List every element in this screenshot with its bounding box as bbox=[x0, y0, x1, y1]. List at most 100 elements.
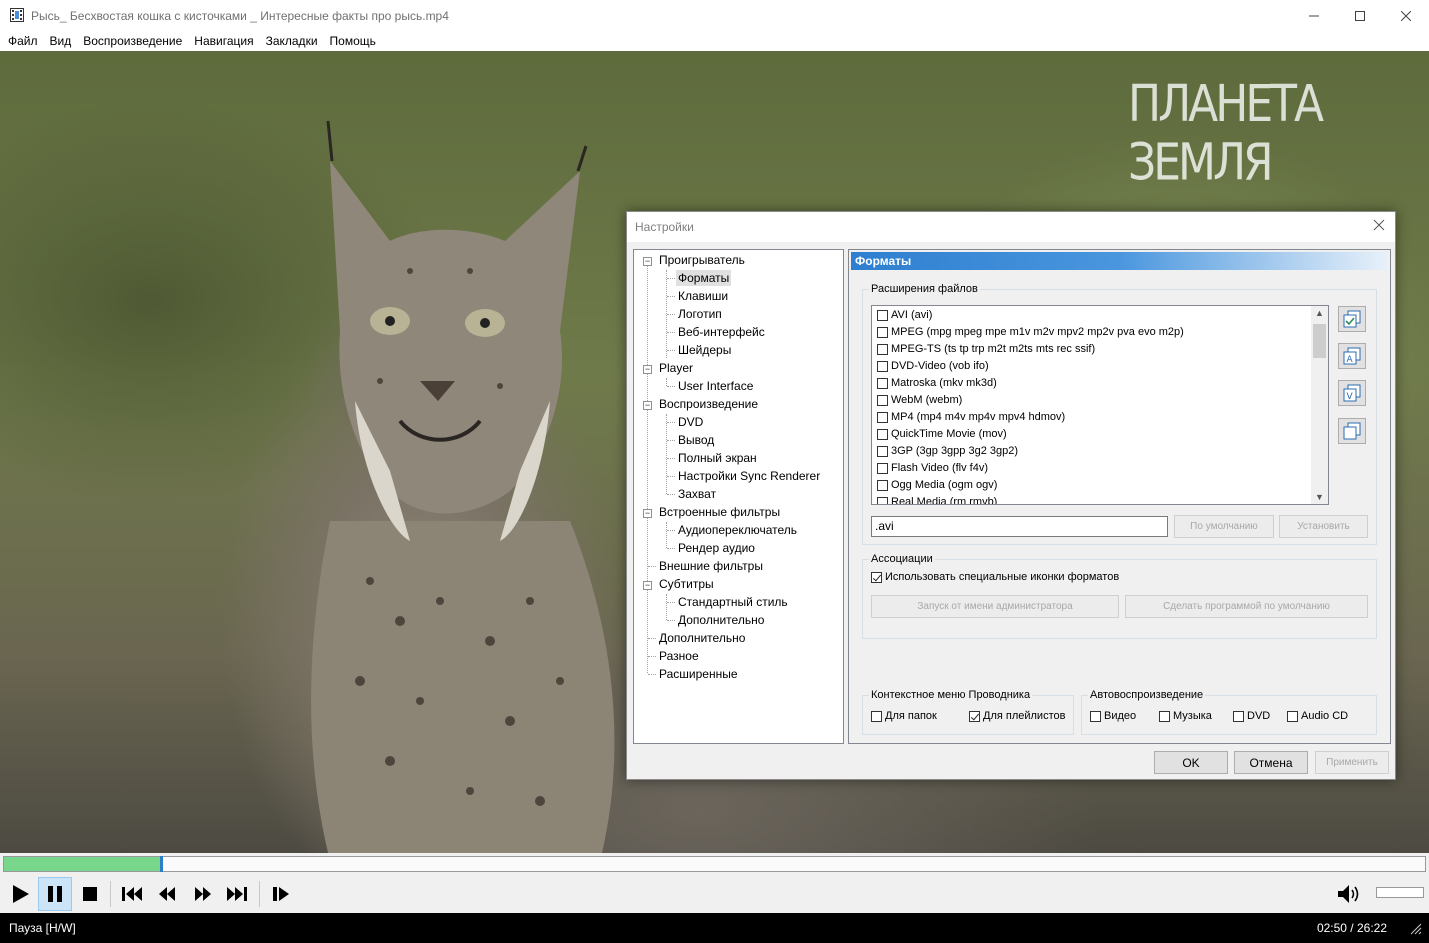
mute-button[interactable] bbox=[1332, 877, 1366, 911]
tree-item-keys[interactable]: Клавиши bbox=[678, 288, 728, 304]
tree-item-dvd[interactable]: DVD bbox=[678, 414, 703, 430]
play-button[interactable] bbox=[3, 877, 37, 911]
previous-button[interactable] bbox=[115, 877, 149, 911]
run-as-admin-button[interactable]: Запуск от имени администратора bbox=[871, 595, 1119, 618]
ext-item-real-media[interactable]: Real Media (rm rmvb) bbox=[877, 494, 997, 504]
tree-item-miscellaneous[interactable]: Разное bbox=[659, 648, 699, 664]
tree-item-external-filters[interactable]: Внешние фильтры bbox=[659, 558, 763, 574]
checkbox[interactable] bbox=[877, 343, 888, 355]
scroll-thumb[interactable] bbox=[1313, 324, 1326, 358]
tree-toggle-subtitles[interactable]: − bbox=[643, 581, 652, 590]
menu-navigation[interactable]: Навигация bbox=[188, 34, 259, 48]
close-button[interactable] bbox=[1383, 0, 1429, 31]
tree-item-formats[interactable]: Форматы bbox=[676, 270, 732, 286]
checkbox[interactable] bbox=[877, 360, 888, 372]
tree-item-advanced-misc[interactable]: Дополнительно bbox=[659, 630, 745, 646]
extensions-scrollbar[interactable]: ▲ ▼ bbox=[1311, 306, 1328, 504]
checkbox[interactable] bbox=[877, 496, 888, 504]
fast-forward-button[interactable] bbox=[186, 877, 220, 911]
use-icons-checkbox[interactable] bbox=[871, 571, 882, 583]
autoplay-audiocd-checkbox[interactable] bbox=[1287, 710, 1298, 722]
autoplay-music-option[interactable]: Музыка bbox=[1159, 710, 1212, 722]
tree-item-playback[interactable]: Воспроизведение bbox=[659, 396, 758, 412]
minimize-button[interactable] bbox=[1291, 0, 1337, 31]
tree-item-capture[interactable]: Захват bbox=[678, 486, 716, 502]
tree-item-output[interactable]: Вывод bbox=[678, 432, 714, 448]
tree-toggle-player[interactable]: − bbox=[643, 257, 652, 266]
ok-button[interactable]: OK bbox=[1154, 751, 1228, 774]
checkbox[interactable] bbox=[877, 309, 888, 321]
maximize-button[interactable] bbox=[1337, 0, 1383, 31]
extensions-input[interactable]: .avi bbox=[871, 516, 1168, 537]
checkbox[interactable] bbox=[877, 462, 888, 474]
tree-toggle-playback[interactable]: − bbox=[643, 401, 652, 410]
dialog-close-button[interactable] bbox=[1373, 218, 1385, 236]
stop-button[interactable] bbox=[73, 877, 107, 911]
default-button[interactable]: По умолчанию bbox=[1174, 515, 1274, 538]
clear-all-button[interactable] bbox=[1338, 418, 1366, 444]
resize-grip-icon[interactable] bbox=[1408, 921, 1422, 935]
autoplay-audiocd-option[interactable]: Audio CD bbox=[1287, 710, 1348, 722]
autoplay-music-checkbox[interactable] bbox=[1159, 710, 1170, 722]
menu-bookmarks[interactable]: Закладки bbox=[260, 34, 324, 48]
autoplay-video-option[interactable]: Видео bbox=[1090, 710, 1136, 722]
autoplay-dvd-option[interactable]: DVD bbox=[1233, 710, 1270, 722]
ext-item-quicktime[interactable]: QuickTime Movie (mov) bbox=[877, 426, 1007, 442]
tree-item-internal-filters[interactable]: Встроенные фильтры bbox=[659, 504, 780, 520]
tree-item-player-ui[interactable]: Player bbox=[659, 360, 693, 376]
autoplay-dvd-checkbox[interactable] bbox=[1233, 710, 1244, 722]
tree-item-web-interface[interactable]: Веб-интерфейс bbox=[678, 324, 765, 340]
ext-item-ogg[interactable]: Ogg Media (ogm ogv) bbox=[877, 477, 997, 493]
select-all-button[interactable] bbox=[1338, 306, 1366, 332]
tree-item-fullscreen[interactable]: Полный экран bbox=[678, 450, 757, 466]
menu-view[interactable]: Вид bbox=[44, 34, 78, 48]
checkbox[interactable] bbox=[877, 394, 888, 406]
checkbox[interactable] bbox=[877, 428, 888, 440]
tree-item-player[interactable]: Проигрыватель bbox=[659, 252, 745, 268]
checkbox[interactable] bbox=[877, 479, 888, 491]
ext-item-webm[interactable]: WebM (webm) bbox=[877, 392, 962, 408]
tree-item-subtitles[interactable]: Субтитры bbox=[659, 576, 714, 592]
for-folders-checkbox[interactable] bbox=[871, 710, 882, 722]
volume-slider[interactable] bbox=[1376, 887, 1424, 898]
menu-help[interactable]: Помощь bbox=[324, 34, 382, 48]
tree-item-user-interface[interactable]: User Interface bbox=[678, 378, 753, 394]
tree-item-logo[interactable]: Логотип bbox=[678, 306, 722, 322]
apply-button[interactable]: Применить bbox=[1315, 751, 1389, 774]
tree-item-advanced[interactable]: Расширенные bbox=[659, 666, 738, 682]
for-folders-option[interactable]: Для папок bbox=[871, 710, 937, 722]
tree-item-subtitles-misc[interactable]: Дополнительно bbox=[678, 612, 764, 628]
for-playlists-option[interactable]: Для плейлистов bbox=[969, 710, 1065, 722]
cancel-button[interactable]: Отмена bbox=[1234, 751, 1308, 774]
ext-item-dvd-video[interactable]: DVD-Video (vob ifo) bbox=[877, 358, 989, 374]
tree-item-audio-renderer[interactable]: Рендер аудио bbox=[678, 540, 755, 556]
select-video-button[interactable]: V bbox=[1338, 380, 1366, 406]
ext-item-mpeg[interactable]: MPEG (mpg mpeg mpe m1v m2v mpv2 mp2v pva… bbox=[877, 324, 1184, 340]
ext-item-mpeg-ts[interactable]: MPEG-TS (ts tp trp m2t m2ts mts rec ssif… bbox=[877, 341, 1095, 357]
set-button[interactable]: Установить bbox=[1279, 515, 1368, 538]
tree-item-shaders[interactable]: Шейдеры bbox=[678, 342, 731, 358]
ext-item-avi[interactable]: AVI (avi) bbox=[877, 307, 932, 323]
frame-step-button[interactable] bbox=[264, 877, 298, 911]
tree-toggle-player-ui[interactable]: − bbox=[643, 365, 652, 374]
menu-file[interactable]: Файл bbox=[2, 34, 44, 48]
ext-item-matroska[interactable]: Matroska (mkv mk3d) bbox=[877, 375, 997, 391]
checkbox[interactable] bbox=[877, 445, 888, 457]
tree-toggle-internal-filters[interactable]: − bbox=[643, 509, 652, 518]
ext-item-mp4[interactable]: MP4 (mp4 m4v mp4v mpv4 hdmov) bbox=[877, 409, 1065, 425]
checkbox[interactable] bbox=[877, 326, 888, 338]
extensions-list[interactable]: AVI (avi) MPEG (mpg mpeg mpe m1v m2v mpv… bbox=[871, 305, 1329, 505]
menu-playback[interactable]: Воспроизведение bbox=[77, 34, 188, 48]
set-default-program-button[interactable]: Сделать программой по умолчанию bbox=[1125, 595, 1368, 618]
checkbox[interactable] bbox=[877, 411, 888, 423]
for-playlists-checkbox[interactable] bbox=[969, 710, 980, 722]
next-button[interactable] bbox=[220, 877, 254, 911]
tree-item-sync-renderer[interactable]: Настройки Sync Renderer bbox=[678, 468, 820, 484]
settings-tree[interactable]: − Проигрыватель Форматы Клавиши Логотип … bbox=[633, 249, 844, 744]
ext-item-3gp[interactable]: 3GP (3gp 3gpp 3g2 3gp2) bbox=[877, 443, 1018, 459]
ext-item-flash[interactable]: Flash Video (flv f4v) bbox=[877, 460, 988, 476]
use-icons-option[interactable]: Использовать специальные иконки форматов bbox=[871, 571, 1119, 583]
scroll-down-icon[interactable]: ▼ bbox=[1315, 492, 1324, 502]
tree-item-default-style[interactable]: Стандартный стиль bbox=[678, 594, 788, 610]
checkbox[interactable] bbox=[877, 377, 888, 389]
